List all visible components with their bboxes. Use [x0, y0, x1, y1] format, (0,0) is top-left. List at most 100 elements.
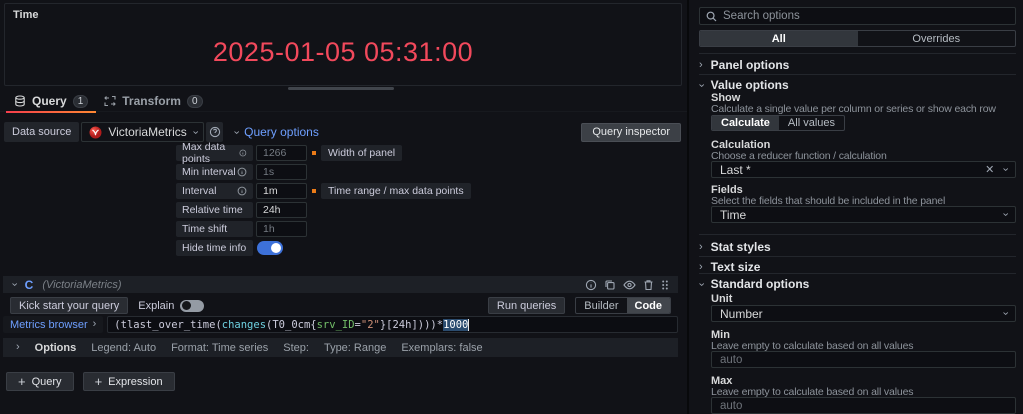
min-interval-label: Min interval — [182, 166, 236, 178]
interval-note: Time range / max data points — [321, 183, 471, 199]
builder-option[interactable]: Builder — [576, 298, 626, 313]
option-row-time-shift: Time shift 1h — [176, 221, 471, 237]
section-standard-options[interactable]: › Standard options — [695, 277, 1016, 291]
min-interval-input[interactable]: 1s — [256, 164, 307, 180]
unit-select[interactable]: Number › — [711, 305, 1016, 322]
show-mode-switch: Calculate All values — [711, 115, 845, 131]
chevron-down-icon: › — [999, 167, 1012, 172]
option-row-max-data-points: Max data points 1266 Width of panel — [176, 141, 471, 165]
min-input[interactable] — [711, 351, 1016, 368]
panel-timestamp-value: 2025-01-05 05:31:00 — [212, 37, 474, 67]
option-row-min-interval: Min interval 1s — [176, 164, 471, 180]
tab-transform-count-badge: 0 — [186, 94, 203, 108]
info-icon — [237, 186, 247, 196]
scope-switch: All Overrides — [699, 30, 1016, 47]
scope-overrides[interactable]: Overrides — [858, 31, 1016, 46]
options-sidebar: All Overrides › Panel options › Value op… — [687, 0, 1023, 414]
section-text-size[interactable]: › Text size — [699, 260, 1016, 274]
divider — [699, 256, 1016, 257]
chevron-down-icon: › — [695, 282, 708, 286]
option-row-relative-time: Relative time 24h — [176, 202, 471, 218]
calculate-option[interactable]: Calculate — [712, 116, 779, 130]
hide-time-info-toggle[interactable] — [257, 241, 283, 255]
info-icon — [239, 149, 247, 157]
chevron-right-icon: › — [699, 240, 703, 253]
query-options-header[interactable]: Query options — [244, 125, 319, 139]
drag-handle-icon[interactable] — [661, 279, 669, 291]
options-search — [699, 7, 1016, 25]
query-inspector-button[interactable]: Query inspector — [581, 122, 681, 142]
fields-select[interactable]: Time › — [711, 206, 1016, 223]
grafana-panel-editor: Time 2025-01-05 05:31:00 Query 1 Transfo… — [0, 0, 1023, 414]
explain-label: Explain — [138, 299, 175, 312]
text-cursor — [468, 318, 470, 331]
scope-all[interactable]: All — [700, 31, 858, 46]
code-option[interactable]: Code — [626, 298, 670, 313]
tab-transform[interactable]: Transform 0 — [96, 91, 210, 112]
option-row-hide-time-info: Hide time info — [176, 240, 471, 256]
format-meta: Format: Time series — [171, 341, 269, 354]
tab-query-label: Query — [32, 94, 67, 108]
panel-preview: Time 2025-01-05 05:31:00 — [4, 3, 682, 86]
show-description: Calculate a single value per column or s… — [711, 103, 996, 115]
editor-footer: + Query + Expression — [6, 372, 175, 391]
run-queries-button[interactable]: Run queries — [487, 297, 566, 314]
interval-input[interactable]: 1m — [256, 183, 307, 199]
query-row-actions — [585, 279, 669, 291]
add-expression-button[interactable]: + Expression — [82, 372, 175, 391]
tab-query-count-badge: 1 — [72, 94, 89, 108]
eye-icon[interactable] — [623, 279, 636, 291]
section-value-options[interactable]: › Value options — [695, 78, 1016, 92]
time-shift-input[interactable]: 1h — [256, 221, 307, 237]
max-field — [711, 397, 1016, 414]
query-datasource-hint: (VictoriaMetrics) — [42, 278, 122, 291]
collapse-icon[interactable]: › — [8, 283, 20, 287]
chevron-down-icon: › — [695, 83, 708, 87]
query-toolbar: Kick start your query Explain Run querie… — [3, 296, 678, 315]
copy-icon[interactable] — [604, 279, 616, 291]
chevron-right-icon[interactable]: › — [16, 342, 20, 353]
relative-time-label: Relative time — [182, 204, 243, 216]
active-tab-underline — [6, 110, 97, 113]
pane-resize-handle[interactable] — [288, 87, 394, 90]
default-marker — [312, 151, 316, 155]
section-stat-styles[interactable]: › Stat styles — [699, 240, 1016, 254]
plus-icon: + — [94, 374, 103, 389]
clear-icon[interactable]: ✕ — [985, 163, 994, 176]
victoriametrics-logo-icon — [89, 126, 102, 139]
max-data-points-input[interactable]: 1266 — [256, 145, 307, 161]
chevron-right-icon: › — [699, 58, 703, 71]
add-query-button[interactable]: + Query — [6, 372, 74, 391]
query-options-collapse-icon[interactable]: › — [231, 130, 243, 134]
search-options-input[interactable] — [723, 10, 1009, 22]
calculation-select[interactable]: Last * ✕ › — [711, 161, 1016, 178]
tab-query[interactable]: Query 1 — [6, 91, 97, 113]
datasource-row: Data source VictoriaMetrics › › Query op… — [4, 122, 681, 142]
chevron-right-icon: › — [92, 318, 97, 330]
divider — [699, 234, 1016, 235]
datasource-picker[interactable]: VictoriaMetrics › — [81, 122, 205, 142]
datasource-help-button[interactable] — [206, 122, 224, 142]
interval-label: Interval — [182, 185, 217, 197]
query-options-panel: Max data points 1266 Width of panel Min … — [176, 141, 471, 256]
editor-left-pane: Time 2025-01-05 05:31:00 Query 1 Transfo… — [0, 0, 687, 414]
trash-icon[interactable] — [643, 279, 654, 291]
metrics-browser-button[interactable]: Metrics browser › — [3, 316, 104, 333]
query-expression-row: Metrics browser › (tlast_over_time(chang… — [3, 316, 678, 333]
query-row-header[interactable]: › C (VictoriaMetrics) — [3, 276, 678, 293]
datasource-label: Data source — [4, 122, 80, 142]
options-summary-label[interactable]: Options — [35, 342, 77, 354]
relative-time-input[interactable]: 24h — [256, 202, 307, 218]
promql-expression-input[interactable]: (tlast_over_time(changes (T0_0cm{srv_ID = "… — [107, 316, 678, 333]
option-row-interval: Interval 1m Time range / max data points — [176, 183, 471, 199]
divider — [699, 273, 1016, 274]
chevron-down-icon: › — [189, 130, 202, 134]
explain-toggle[interactable] — [180, 299, 205, 312]
kick-start-query-button[interactable]: Kick start your query — [10, 297, 129, 314]
max-input[interactable] — [711, 397, 1016, 414]
panel-title: Time — [13, 9, 39, 21]
all-values-option[interactable]: All values — [779, 116, 844, 130]
exemplars-meta: Exemplars: false — [401, 341, 483, 354]
info-icon[interactable] — [585, 279, 597, 291]
section-panel-options[interactable]: › Panel options — [699, 58, 1016, 72]
